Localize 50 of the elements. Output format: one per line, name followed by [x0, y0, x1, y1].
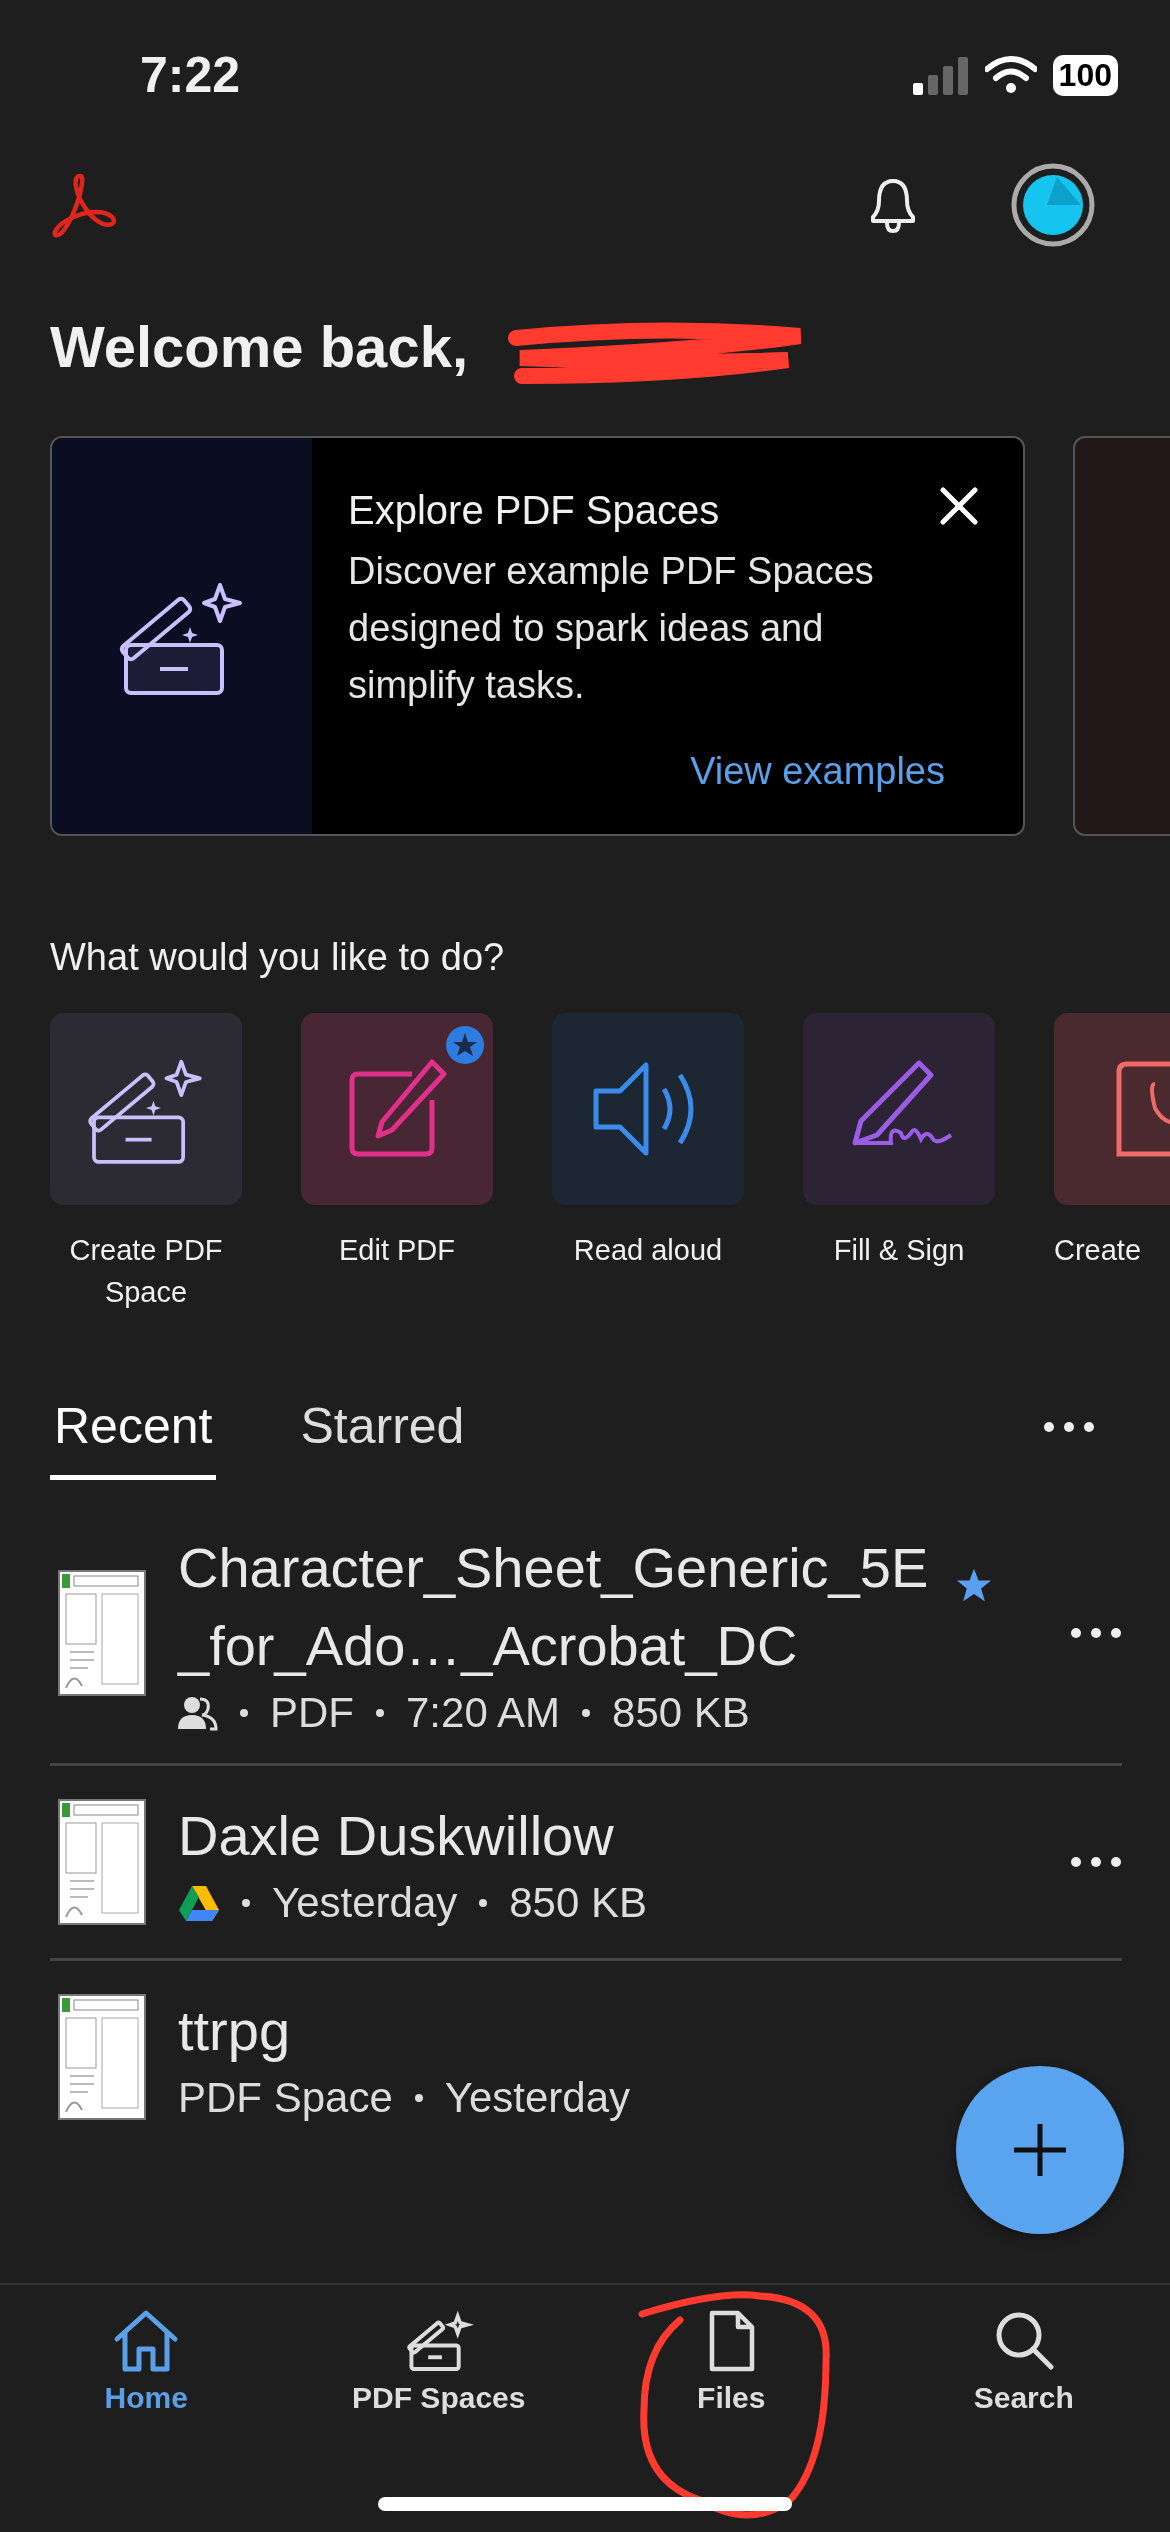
separator-dot	[242, 1899, 250, 1907]
wifi-icon	[984, 55, 1037, 95]
nav-tab[interactable]: Home	[0, 2285, 293, 2445]
action-label: Read aloud	[573, 1233, 723, 1268]
file-meta: Yesterday	[444, 2074, 630, 2122]
separator-dot	[479, 1899, 488, 1907]
avatar-icon[interactable]	[1011, 163, 1095, 247]
battery-indicator: 100	[1052, 54, 1118, 96]
separator-dot	[240, 1709, 248, 1717]
file-meta: Yesterday	[272, 1879, 458, 1927]
more-options-icon[interactable]	[1043, 1421, 1095, 1433]
separator-dot	[582, 1709, 591, 1717]
action-label: Create PDF Space	[68, 1233, 224, 1310]
action-tile[interactable]	[50, 1013, 242, 1205]
action-label: Edit PDF	[339, 1233, 455, 1268]
nav-tab[interactable]: Search	[877, 2285, 1170, 2445]
file-name[interactable]: Daxle Duskwillow	[178, 1797, 938, 1875]
shared-people-icon	[178, 1695, 218, 1731]
section-heading: What would you like to do?	[50, 936, 506, 979]
action-tile[interactable]	[552, 1013, 744, 1205]
app-logo-icon	[50, 172, 118, 238]
cloud-drive-icon	[178, 1884, 220, 1922]
action-label: Create	[1054, 1233, 1142, 1268]
file-meta: PDF Space	[178, 2074, 393, 2122]
file-name[interactable]: ttrpg	[178, 1992, 938, 2070]
close-icon[interactable]	[939, 486, 979, 526]
more-options-icon[interactable]	[1070, 1856, 1122, 1868]
tab[interactable]: Recent	[50, 1373, 217, 1480]
nav-tab[interactable]: Files	[585, 2285, 878, 2445]
view-examples-link[interactable]: View examples	[690, 750, 945, 793]
action-label: Fill & Sign	[833, 1233, 965, 1268]
file-name[interactable]: Character_Sheet_Generic_5E_for_Ado…_Acrobat_DC	[178, 1529, 938, 1685]
premium-star-badge-icon	[445, 1025, 485, 1065]
status-time: 7:22	[140, 46, 241, 104]
file-meta: PDF	[270, 1689, 354, 1737]
action-tile[interactable]	[301, 1013, 493, 1205]
file-meta: 7:20 AM	[406, 1689, 561, 1737]
star-icon[interactable]	[956, 1567, 992, 1603]
more-options-icon[interactable]	[1070, 1627, 1122, 1639]
welcome-heading: Welcome back,	[50, 313, 468, 381]
banner-text: Discover example PDF Spaces designed to spark ideas and simplify tasks.	[348, 549, 875, 708]
tab[interactable]: Starred	[296, 1373, 469, 1480]
nav-tab[interactable]: PDF Spaces	[292, 2285, 585, 2445]
separator-dot	[414, 2094, 423, 2102]
file-meta: 850 KB	[612, 1689, 750, 1737]
file-meta: 850 KB	[509, 1879, 648, 1927]
signal-icon	[912, 55, 969, 95]
separator-dot	[376, 1709, 384, 1717]
banner-title: Explore PDF Spaces	[348, 488, 720, 533]
action-tile[interactable]	[803, 1013, 995, 1205]
